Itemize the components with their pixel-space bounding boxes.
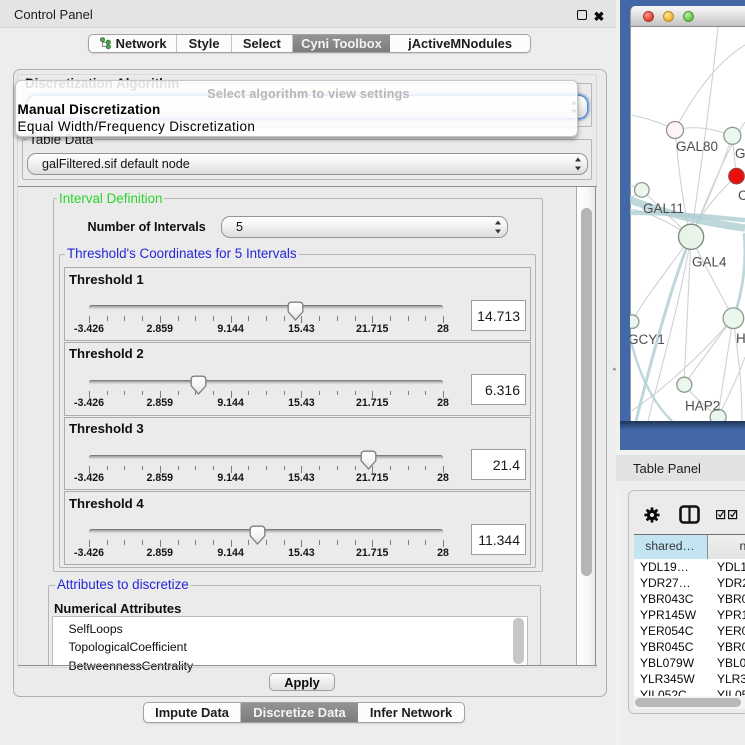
svg-text:GAL80: GAL80 — [735, 146, 745, 161]
svg-text:GAL80: GAL80 — [676, 139, 718, 154]
svg-text:GAL11: GAL11 — [643, 201, 684, 216]
svg-text:C: C — [738, 188, 745, 203]
svg-text:GCY1: GCY1 — [630, 332, 665, 347]
svg-text:HAP2: HAP2 — [685, 399, 720, 414]
svg-text:HAP1: HAP1 — [736, 331, 745, 346]
svg-text:GAL4: GAL4 — [692, 255, 727, 270]
